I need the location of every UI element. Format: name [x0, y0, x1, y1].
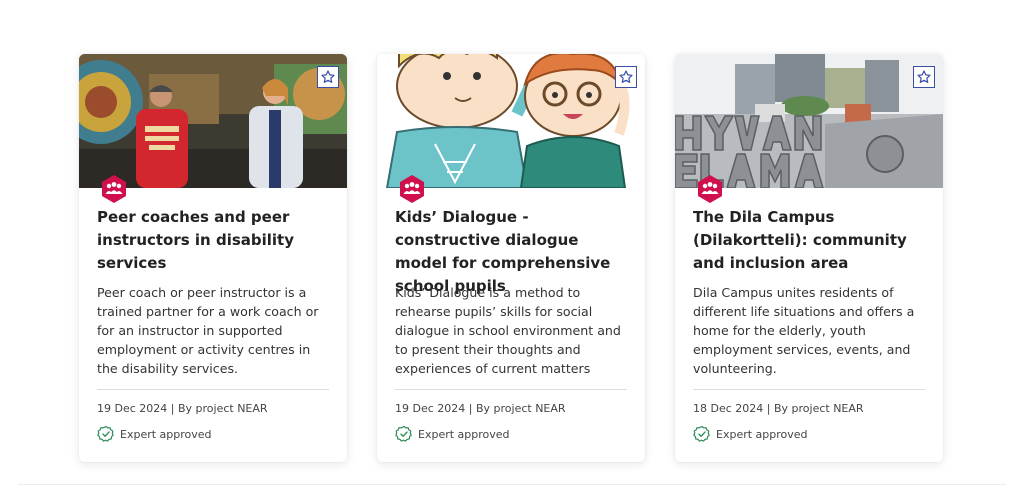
badge-label: Expert approved — [120, 427, 212, 441]
card-divider — [693, 389, 925, 390]
card-image[interactable] — [79, 54, 347, 188]
card-image[interactable] — [377, 54, 645, 188]
star-outline-icon — [321, 70, 335, 83]
card-description: Dila Campus unites residents of differen… — [693, 285, 915, 376]
people-group-icon — [400, 175, 424, 203]
verified-check-icon — [97, 425, 114, 442]
favorite-button[interactable] — [913, 66, 935, 88]
card-title[interactable]: Kids’ Dialogue - constructive dialogue m… — [395, 206, 627, 295]
card-description: Kids’ Dialogue is a method to rehearse p… — [395, 285, 621, 376]
illustration-cartoon-kids — [377, 54, 645, 188]
card-divider — [395, 389, 627, 390]
card-peer-coaches[interactable]: Peer coaches and peer instructors in dis… — [79, 54, 347, 462]
badge-label: Expert approved — [716, 427, 808, 441]
expert-approved-badge: Expert approved — [97, 425, 212, 443]
card-title[interactable]: The Dila Campus (Dilakortteli): communit… — [693, 206, 925, 278]
verified-check-icon — [395, 425, 412, 442]
favorite-button[interactable] — [615, 66, 637, 88]
expert-approved-badge: Expert approved — [693, 425, 808, 443]
card-list: Peer coaches and peer instructors in dis… — [79, 54, 943, 462]
photo-people-indoors — [79, 54, 347, 188]
expert-approved-badge: Expert approved — [395, 425, 510, 443]
card-meta: 18 Dec 2024 | By project NEAR — [693, 402, 864, 415]
card-description: Peer coach or peer instructor is a train… — [97, 285, 319, 376]
card-dila-campus[interactable]: The Dila Campus (Dilakortteli): communit… — [675, 54, 943, 462]
verified-check-icon — [693, 425, 710, 442]
card-image[interactable] — [675, 54, 943, 188]
card-kids-dialogue[interactable]: Kids’ Dialogue - constructive dialogue m… — [377, 54, 645, 462]
illustration-city-block — [675, 54, 943, 188]
card-meta: 19 Dec 2024 | By project NEAR — [97, 402, 268, 415]
star-outline-icon — [917, 70, 931, 83]
people-group-icon — [698, 175, 722, 203]
people-group-icon — [102, 175, 126, 203]
badge-label: Expert approved — [418, 427, 510, 441]
card-divider — [97, 389, 329, 390]
section-divider — [18, 484, 1006, 485]
card-meta: 19 Dec 2024 | By project NEAR — [395, 402, 566, 415]
favorite-button[interactable] — [317, 66, 339, 88]
star-outline-icon — [619, 70, 633, 83]
card-title[interactable]: Peer coaches and peer instructors in dis… — [97, 206, 329, 278]
